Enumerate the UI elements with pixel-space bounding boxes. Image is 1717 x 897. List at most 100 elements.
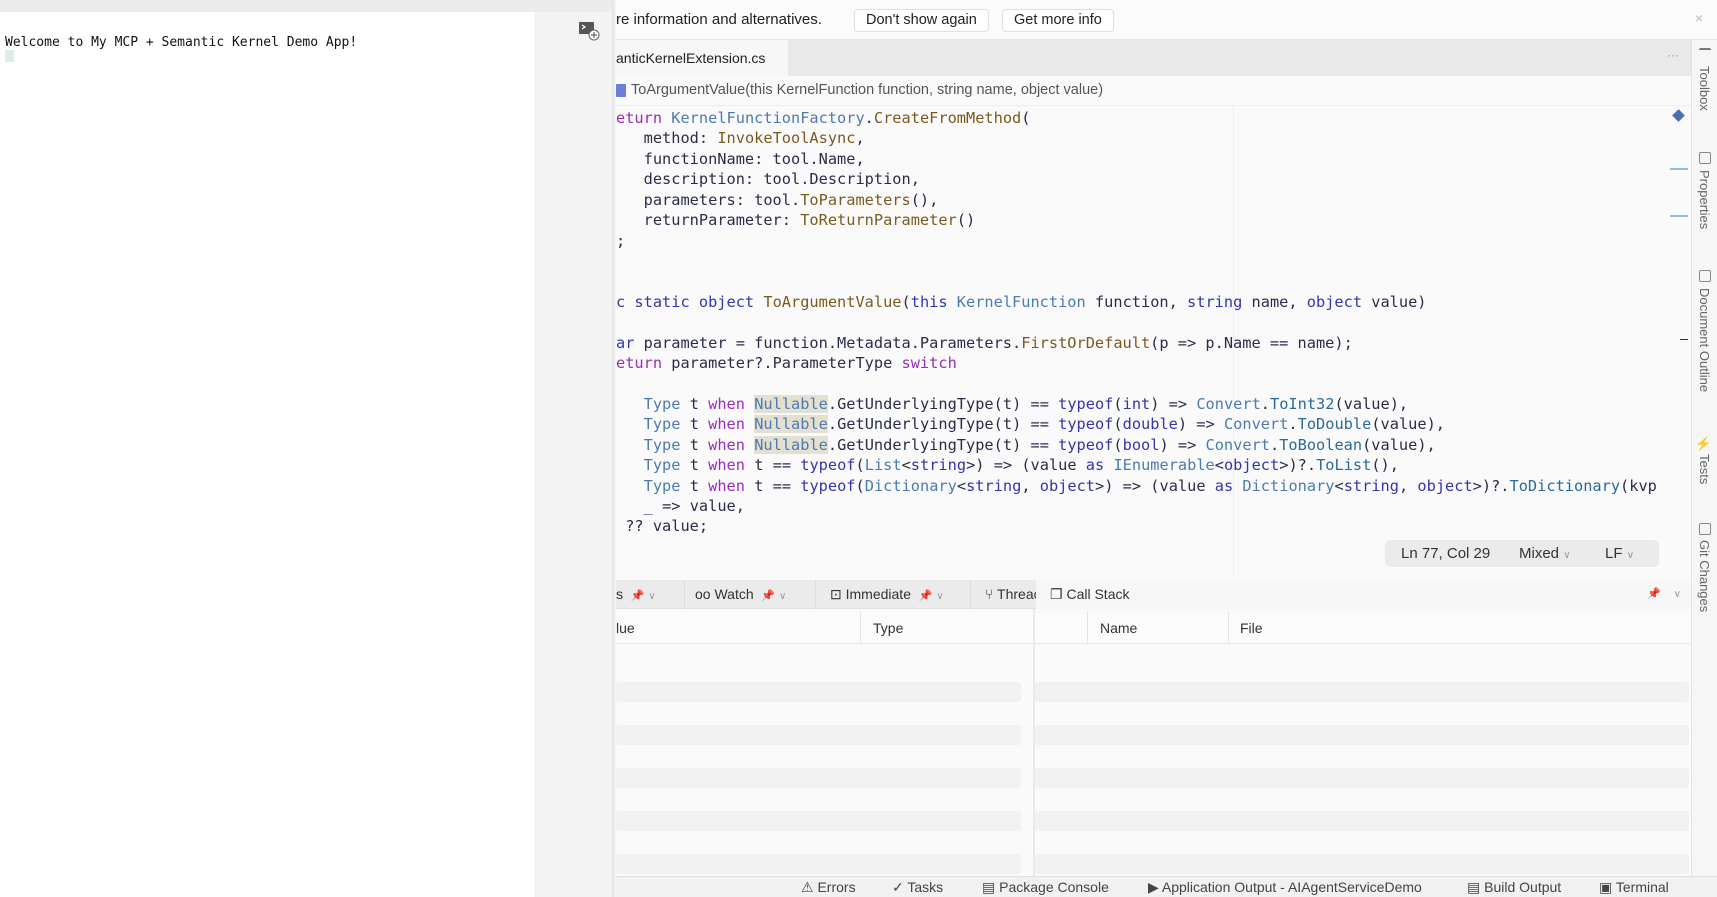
code-token: object xyxy=(1039,476,1096,495)
code-token: , xyxy=(855,129,865,148)
code-editor[interactable]: eturn KernelFunctionFactory.CreateFromMe… xyxy=(616,108,1691,537)
code-line[interactable]: ?? value; xyxy=(616,516,1691,536)
sidebar-item-toolbox[interactable]: Toolbox xyxy=(1697,66,1712,111)
tab-call-stack[interactable]: ❐ Call Stack 📌 ∨ xyxy=(1036,580,1691,609)
close-icon[interactable]: × xyxy=(1695,10,1703,26)
debug-pad-tabs: s 📌 ∨ oo Watch 📌 ∨ ⊡ Immediate 📌 ∨ ⑂ Thr… xyxy=(616,580,1691,609)
code-token: < xyxy=(901,456,911,475)
debug-row[interactable] xyxy=(616,811,1021,831)
tasks-button[interactable]: ✓ Tasks xyxy=(892,879,943,896)
code-token: ToInt32 xyxy=(1270,394,1335,413)
code-line[interactable]: ; xyxy=(616,231,1691,251)
code-token: . xyxy=(1269,435,1280,454)
pin-icon[interactable]: 📌 xyxy=(631,590,645,602)
tab-watch[interactable]: oo Watch 📌 ∨ xyxy=(684,580,815,609)
sidebar-item-document-outline[interactable]: Document Outline xyxy=(1697,288,1712,392)
code-line[interactable]: returnParameter: ToReturnParameter() xyxy=(616,210,1691,230)
chevron-down-icon[interactable]: ∨ xyxy=(779,591,786,602)
debug-row[interactable] xyxy=(616,682,1021,702)
terminal-button[interactable]: ▣ Terminal xyxy=(1599,879,1669,896)
dont-show-again-button[interactable]: Don't show again xyxy=(854,9,989,32)
chevron-down-icon[interactable]: ∨ xyxy=(648,591,655,602)
debug-row[interactable] xyxy=(1035,682,1689,702)
code-token: Dictionary xyxy=(1242,476,1335,495)
package-console-button[interactable]: ▤ Package Console xyxy=(982,879,1109,896)
code-token: typeof xyxy=(800,476,856,495)
code-line[interactable] xyxy=(616,312,1691,332)
code-token: name, xyxy=(1242,292,1307,311)
code-line[interactable]: eturn parameter?.ParameterType switch xyxy=(616,353,1691,373)
code-token: Type xyxy=(643,435,681,454)
pin-icon[interactable]: 📌 xyxy=(919,590,933,602)
tab-threads[interactable]: ⑂ Threac xyxy=(970,580,1036,609)
sidebar-item-properties[interactable]: Properties xyxy=(1697,170,1712,229)
code-token: typeof xyxy=(1058,394,1114,413)
code-line[interactable]: Type t when t == typeof(List<string>) =>… xyxy=(616,455,1691,475)
code-line[interactable]: _ => value, xyxy=(616,496,1691,516)
pin-icon[interactable]: 📌 xyxy=(1647,580,1661,609)
right-tool-sidebar: Toolbox Properties Document Outline ⚡ Te… xyxy=(1691,40,1717,897)
column-header-type[interactable]: Type xyxy=(873,620,903,636)
breadcrumb-method[interactable]: ToArgumentValue(this KernelFunction func… xyxy=(631,82,1103,98)
code-line[interactable]: description: tool.Description, xyxy=(616,169,1691,189)
code-line[interactable]: eturn KernelFunctionFactory.CreateFromMe… xyxy=(616,108,1691,128)
terminal-panel[interactable] xyxy=(0,12,535,897)
line-ending-dropdown[interactable]: LF ∨ xyxy=(1605,540,1634,569)
chevron-down-icon[interactable]: ∨ xyxy=(1674,580,1681,609)
debug-row[interactable] xyxy=(1035,768,1689,788)
debug-row[interactable] xyxy=(616,725,1021,745)
tab-immediate[interactable]: ⊡ Immediate 📌 ∨ xyxy=(815,580,970,609)
tab-locals[interactable]: s 📌 ∨ xyxy=(616,580,656,609)
code-token: , xyxy=(1398,476,1418,495)
code-line[interactable]: Type t when Nullable.GetUnderlyingType(t… xyxy=(616,414,1691,434)
tab-semantic-kernel-extension[interactable]: anticKernelExtension.cs xyxy=(616,40,788,76)
debug-row[interactable] xyxy=(616,854,1021,874)
code-token: ( xyxy=(855,456,865,475)
code-line[interactable] xyxy=(616,251,1691,271)
pin-icon[interactable]: 📌 xyxy=(761,590,775,602)
errors-button[interactable]: ⚠ Errors xyxy=(801,879,856,896)
debug-row[interactable] xyxy=(1035,854,1689,874)
code-token: Nullable xyxy=(754,435,828,454)
code-line[interactable]: method: InvokeToolAsync, xyxy=(616,128,1691,148)
debug-row[interactable] xyxy=(1035,725,1689,745)
tab-overflow-icon[interactable]: ··· xyxy=(1667,48,1679,62)
code-token: , xyxy=(1021,476,1040,495)
code-line[interactable]: c static object ToArgumentValue(this Ker… xyxy=(616,292,1691,312)
code-token: => value, xyxy=(652,497,745,516)
code-token: . xyxy=(1288,415,1298,434)
call-stack-icon: ❐ xyxy=(1050,586,1063,602)
code-line[interactable] xyxy=(616,271,1691,291)
code-line[interactable] xyxy=(616,373,1691,393)
code-token: ToParameters xyxy=(800,190,911,209)
breadcrumb[interactable]: ToArgumentValue(this KernelFunction func… xyxy=(616,76,1691,106)
method-icon xyxy=(616,84,626,97)
column-header-name[interactable]: Name xyxy=(1100,620,1137,636)
line-ending: LF xyxy=(1605,545,1623,562)
code-line[interactable]: ar parameter = function.Metadata.Paramet… xyxy=(616,333,1691,353)
application-output-button[interactable]: ▶ Application Output - AIAgentServiceDem… xyxy=(1148,879,1422,896)
code-line[interactable]: functionName: tool.Name, xyxy=(616,149,1691,169)
code-token: Convert xyxy=(1223,415,1289,434)
column-header-file[interactable]: File xyxy=(1240,620,1263,636)
code-line[interactable]: parameters: tool.ToParameters(), xyxy=(616,190,1691,210)
code-token: as xyxy=(1214,476,1243,495)
terminal-label: Terminal xyxy=(1615,879,1669,895)
indentation-mode-dropdown[interactable]: Mixed ∨ xyxy=(1519,540,1571,569)
code-line[interactable]: Type t when Nullable.GetUnderlyingType(t… xyxy=(616,394,1691,414)
debug-row[interactable] xyxy=(616,768,1021,788)
code-line[interactable]: Type t when t == typeof(Dictionary<strin… xyxy=(616,476,1691,496)
build-output-button[interactable]: ▤ Build Output xyxy=(1467,879,1561,896)
threads-icon: ⑂ xyxy=(985,586,994,602)
chevron-down-icon[interactable]: ∨ xyxy=(936,591,943,602)
new-terminal-icon[interactable] xyxy=(578,20,600,41)
column-header-value[interactable]: lue xyxy=(616,620,635,636)
debug-row[interactable] xyxy=(1035,811,1689,831)
sidebar-item-tests[interactable]: Tests xyxy=(1697,454,1712,484)
tab-label: s xyxy=(616,586,623,602)
code-line[interactable]: Type t when Nullable.GetUnderlyingType(t… xyxy=(616,435,1691,455)
get-more-info-button[interactable]: Get more info xyxy=(1002,9,1114,32)
sidebar-item-git-changes[interactable]: Git Changes xyxy=(1697,540,1712,612)
cursor-position[interactable]: Ln 77, Col 29 xyxy=(1401,540,1490,567)
